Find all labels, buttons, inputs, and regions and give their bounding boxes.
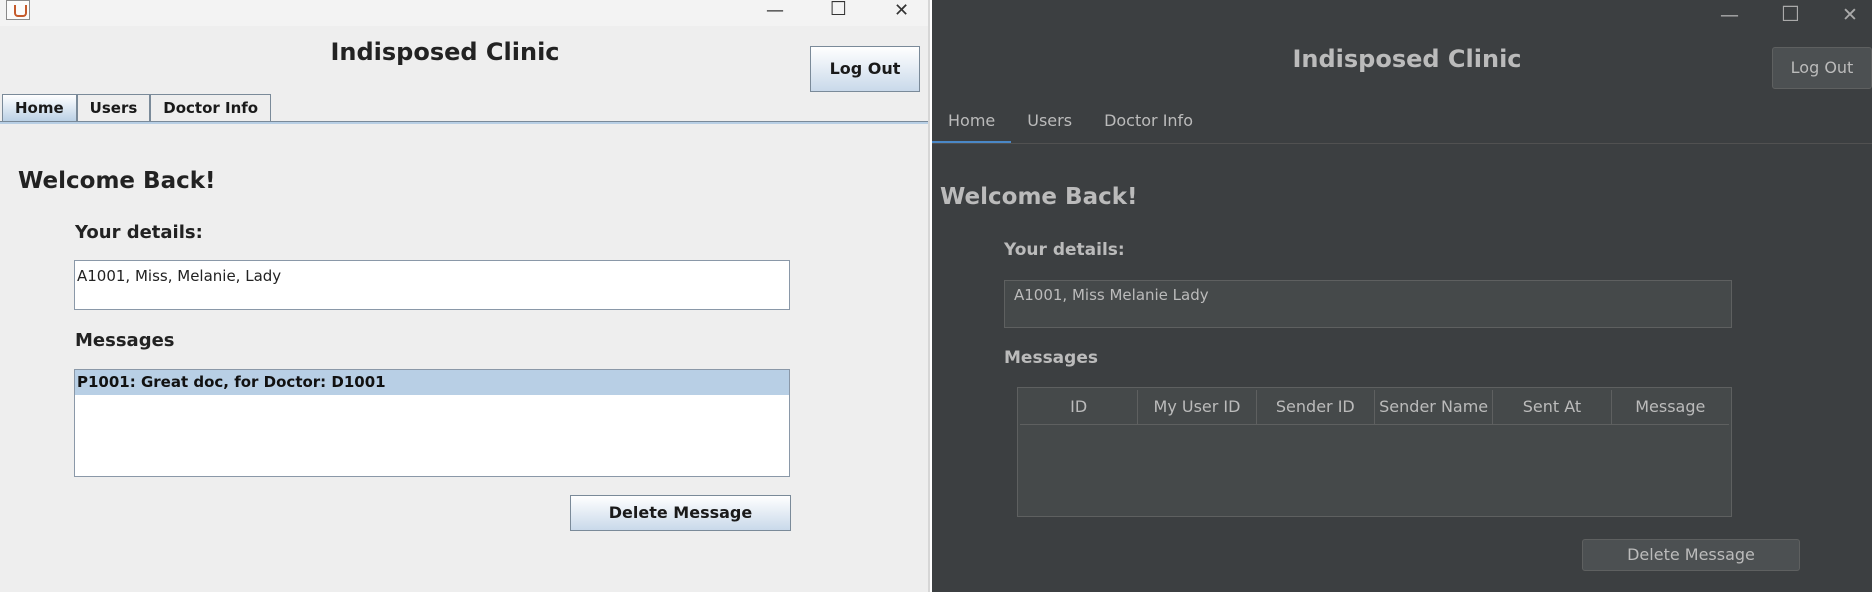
column-header-sender-name[interactable]: Sender Name (1375, 390, 1494, 424)
table-header: ID My User ID Sender ID Sender Name Sent… (1020, 390, 1729, 425)
java-app-icon (6, 0, 30, 20)
messages-list[interactable]: P1001: Great doc, for Doctor: D1001 (74, 369, 790, 477)
details-label: Your details: (75, 222, 203, 243)
close-icon[interactable]: ✕ (894, 2, 909, 20)
minimize-icon[interactable]: — (766, 2, 784, 20)
delete-message-button[interactable]: Delete Message (570, 495, 791, 531)
app-window-light: — ☐ ✕ Indisposed Clinic Log Out Home Use… (0, 0, 930, 592)
welcome-heading: Welcome Back! (940, 184, 1138, 210)
tab-bar: Home Users Doctor Info (932, 106, 1209, 144)
tab-users[interactable]: Users (1011, 106, 1088, 144)
details-label: Your details: (1004, 240, 1125, 260)
column-header-sender-id[interactable]: Sender ID (1257, 390, 1375, 424)
app-title: Indisposed Clinic (1292, 45, 1522, 73)
delete-message-button[interactable]: Delete Message (1582, 539, 1800, 571)
tab-doctor-info[interactable]: Doctor Info (1088, 106, 1209, 144)
tab-divider (0, 121, 928, 124)
app-window-dark: — ☐ ✕ Indisposed Clinic Log Out Home Use… (932, 0, 1872, 592)
column-header-sent-at[interactable]: Sent At (1493, 390, 1612, 424)
app-title: Indisposed Clinic (330, 38, 560, 66)
tab-doctor-info[interactable]: Doctor Info (150, 94, 272, 122)
details-field[interactable]: A1001, Miss Melanie Lady (1004, 280, 1732, 328)
logout-button[interactable]: Log Out (1772, 47, 1872, 89)
messages-label: Messages (1004, 348, 1098, 368)
column-header-id[interactable]: ID (1020, 390, 1139, 424)
welcome-heading: Welcome Back! (18, 168, 216, 194)
messages-label: Messages (75, 330, 175, 351)
column-header-message[interactable]: Message (1612, 390, 1729, 424)
list-item[interactable]: P1001: Great doc, for Doctor: D1001 (75, 370, 789, 395)
messages-table[interactable]: ID My User ID Sender ID Sender Name Sent… (1017, 387, 1732, 517)
maximize-icon[interactable]: ☐ (830, 0, 847, 19)
maximize-icon[interactable]: ☐ (1781, 4, 1800, 25)
window-titlebar (0, 0, 928, 26)
tab-divider (932, 143, 1872, 144)
column-header-my-user-id[interactable]: My User ID (1138, 390, 1257, 424)
tab-home[interactable]: Home (932, 106, 1012, 144)
logout-button[interactable]: Log Out (810, 46, 920, 92)
minimize-icon[interactable]: — (1720, 6, 1739, 25)
close-icon[interactable]: ✕ (1842, 6, 1858, 25)
tab-users[interactable]: Users (76, 94, 151, 122)
tab-home[interactable]: Home (2, 94, 77, 122)
details-field[interactable]: A1001, Miss, Melanie, Lady (74, 260, 790, 310)
tab-bar: Home Users Doctor Info (2, 94, 272, 122)
